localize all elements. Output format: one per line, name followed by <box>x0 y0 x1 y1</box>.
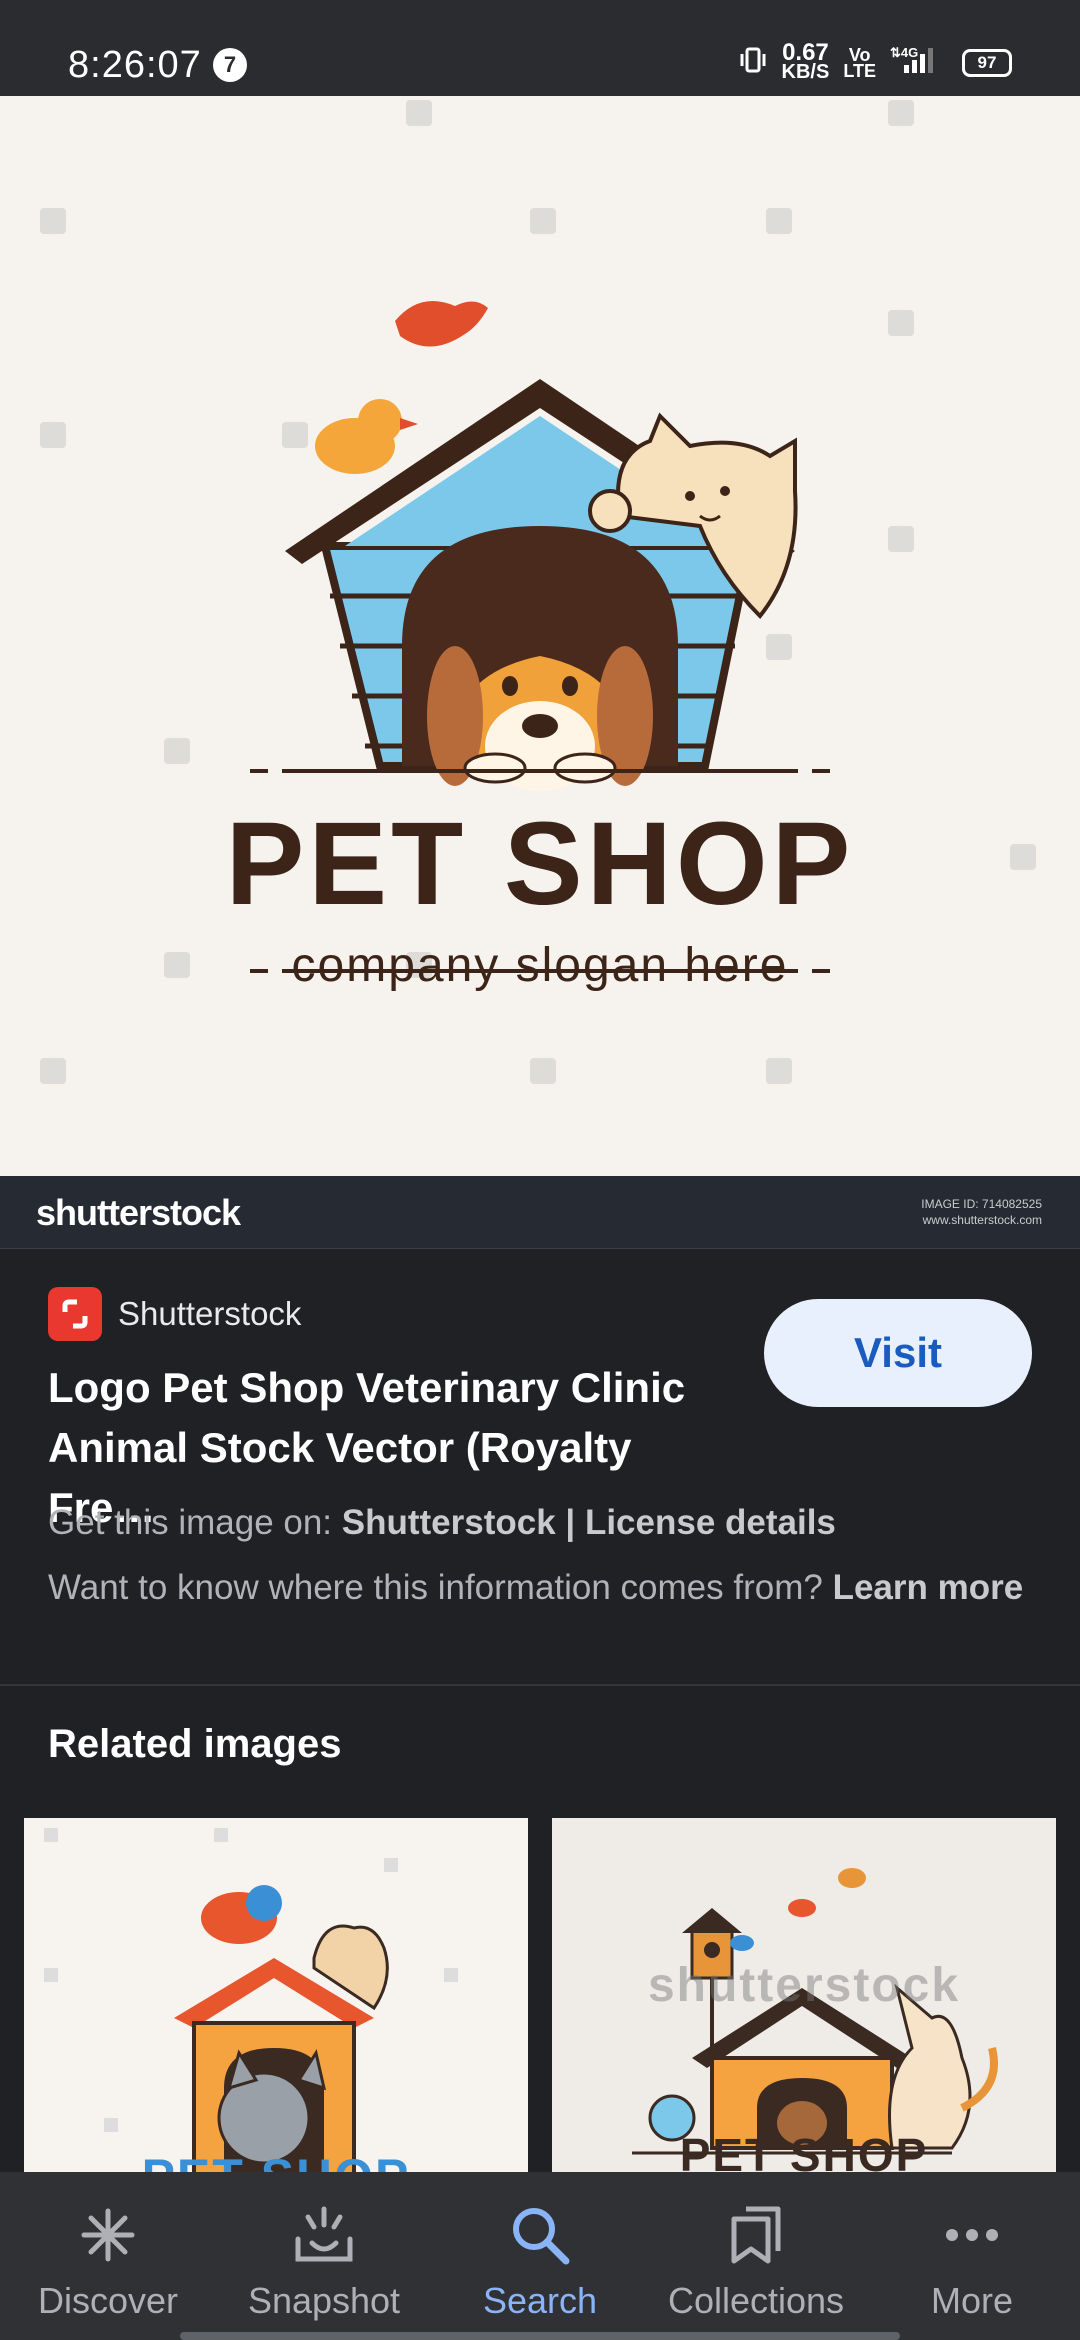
notification-count-badge: 7 <box>213 48 247 82</box>
main-image[interactable]: PET SHOP company slogan here <box>0 96 1080 1176</box>
related-image-1[interactable]: PET SHOP <box>24 1818 528 2178</box>
related-image-2[interactable]: shutterstock PET SHOP <box>552 1818 1056 2178</box>
nav-search-label: Search <box>482 2280 598 2321</box>
divider <box>0 1684 1080 1686</box>
signal-icon: ⇅4G <box>890 45 948 80</box>
shutterstock-icon <box>48 1287 102 1341</box>
nav-discover[interactable]: Discover <box>0 2172 216 2340</box>
nav-collections[interactable]: Collections <box>648 2172 864 2340</box>
collections-icon <box>721 2200 791 2270</box>
nav-snapshot[interactable]: Snapshot <box>216 2172 432 2340</box>
network-speed: 0.67 KB/S <box>781 39 830 83</box>
more-icon <box>937 2200 1007 2270</box>
logo-title: PET SHOP <box>225 798 855 930</box>
nav-discover-label: Discover <box>37 2280 179 2321</box>
nav-more-label: More <box>930 2280 1014 2321</box>
get-source-link[interactable]: Shutterstock <box>342 1503 556 1542</box>
search-icon <box>505 2200 575 2270</box>
info-source-line: Want to know where this information come… <box>48 1568 1024 1607</box>
svg-text:⇅4G: ⇅4G <box>890 45 918 60</box>
get-image-line: Get this image on: Shutterstock | Licens… <box>48 1503 836 1542</box>
visit-button[interactable]: Visit <box>764 1299 1032 1407</box>
status-icons: 0.67 KB/S Vo LTE ⇅4G 97 <box>738 39 1012 83</box>
learn-more-link[interactable]: Learn more <box>833 1568 1024 1607</box>
pet-shop-logo-illustration <box>250 301 830 791</box>
status-time: 8:26:07 <box>68 44 202 86</box>
related-image-2-watermark: shutterstock <box>647 1959 961 2012</box>
related-images-title: Related images <box>48 1722 342 1766</box>
shutterstock-wordmark: shutterstock <box>36 1192 241 1233</box>
status-bar: 8:26:07 7 0.67 KB/S Vo LTE ⇅4G 97 <box>0 0 1080 96</box>
battery-icon: 97 <box>962 48 1012 77</box>
source-row[interactable]: Shutterstock <box>48 1287 301 1341</box>
bottom-navigation: Discover Snapshot Search Collections Mor… <box>0 2172 1080 2340</box>
vibrate-icon <box>738 45 768 80</box>
related-image-2-caption: PET SHOP <box>679 2129 929 2178</box>
source-name: Shutterstock <box>118 1295 302 1332</box>
nav-more[interactable]: More <box>864 2172 1080 2340</box>
image-id: IMAGE ID: 714082525 www.shutterstock.com <box>921 1197 1042 1227</box>
nav-snapshot-label: Snapshot <box>247 2280 401 2321</box>
related-image-1-illustration <box>44 1828 458 2178</box>
volte-indicator: Vo LTE <box>843 44 876 81</box>
license-details-link[interactable]: License details <box>585 1503 836 1542</box>
shutterstock-watermark-bar: shutterstock IMAGE ID: 714082525 www.shut… <box>0 1176 1080 1249</box>
nav-search[interactable]: Search <box>432 2172 648 2340</box>
logo-bottom-rule <box>250 969 830 973</box>
asterisk-icon <box>73 2200 143 2270</box>
snapshot-icon <box>289 2200 359 2270</box>
gesture-bar <box>180 2332 900 2340</box>
nav-collections-label: Collections <box>667 2280 845 2321</box>
